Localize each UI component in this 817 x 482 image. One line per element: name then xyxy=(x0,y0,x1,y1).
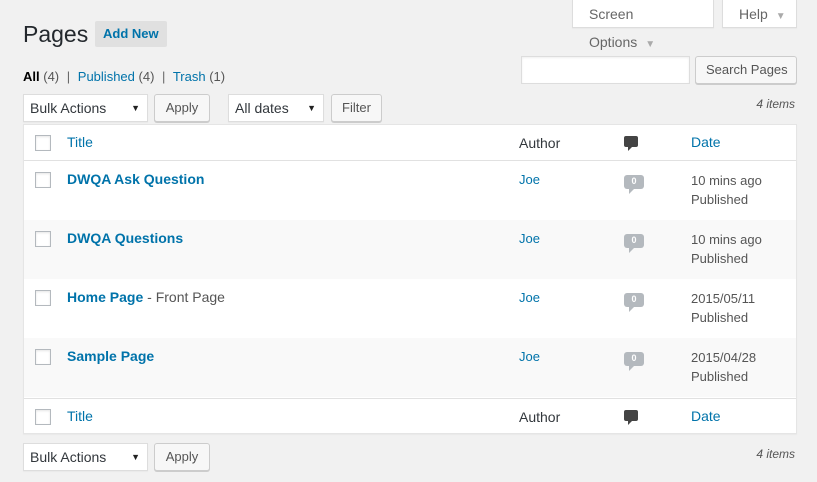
page-title-link[interactable]: DWQA Questions xyxy=(67,230,183,246)
view-trash-label: Trash xyxy=(172,69,206,84)
row-checkbox[interactable] xyxy=(35,231,51,247)
caret-down-icon: ▼ xyxy=(645,39,656,50)
view-published-link[interactable]: Published xyxy=(78,69,135,84)
view-all-label: All xyxy=(23,69,40,84)
bulk-actions-select-bottom[interactable]: Bulk Actions ▼ xyxy=(23,443,148,471)
sort-title-link[interactable]: Title xyxy=(67,134,93,150)
page-title: Pages xyxy=(23,21,89,47)
bulk-actions-value: Bulk Actions xyxy=(30,100,107,116)
comment-count-bubble[interactable]: 0 xyxy=(624,175,644,194)
search-pages-button[interactable]: Search Pages xyxy=(695,56,797,84)
comment-icon xyxy=(624,136,638,151)
dates-value: All dates xyxy=(235,100,289,116)
view-all-count: (4) xyxy=(43,69,60,84)
view-trash-link[interactable]: Trash xyxy=(173,69,206,84)
separator: | xyxy=(66,69,71,84)
page-title-link[interactable]: DWQA Ask Question xyxy=(67,171,204,187)
table-row: Home Page - Front Page Joe 0 2015/05/11 P… xyxy=(24,279,796,338)
table-row: DWQA Questions Joe 0 10 mins ago Publishe… xyxy=(24,220,796,279)
row-checkbox[interactable] xyxy=(35,290,51,306)
date-cell: 10 mins ago Published xyxy=(691,230,762,268)
date-value: 2015/05/11 xyxy=(691,291,756,306)
separator: | xyxy=(162,69,166,84)
comment-count-bubble[interactable]: 0 xyxy=(624,352,644,371)
table-footer: Title Author Date xyxy=(24,398,796,434)
comments-column-header[interactable] xyxy=(624,408,638,425)
author-column-header: Author xyxy=(519,135,561,151)
view-published-count: (4) xyxy=(138,69,155,84)
author-column-header: Author xyxy=(519,409,561,425)
status-value: Published xyxy=(691,369,749,384)
comment-count-bubble[interactable]: 0 xyxy=(624,293,644,312)
page-state: - Front Page xyxy=(143,289,225,305)
dropdown-arrow-icon: ▼ xyxy=(307,103,316,113)
filter-button[interactable]: Filter xyxy=(331,94,382,122)
sort-date-link[interactable]: Date xyxy=(691,134,721,150)
comments-column-header[interactable] xyxy=(624,134,638,151)
date-value: 10 mins ago xyxy=(691,173,762,188)
date-cell: 10 mins ago Published xyxy=(691,171,762,209)
bulk-actions-select-top[interactable]: Bulk Actions ▼ xyxy=(23,94,148,122)
comment-icon xyxy=(624,410,638,425)
dates-select[interactable]: All dates ▼ xyxy=(228,94,324,122)
table-header: Title Author Date xyxy=(24,125,796,161)
page-title-link[interactable]: Sample Page xyxy=(67,348,154,364)
sort-date-link[interactable]: Date xyxy=(691,408,721,424)
caret-down-icon: ▼ xyxy=(775,11,786,22)
date-value: 10 mins ago xyxy=(691,232,762,247)
author-link[interactable]: Joe xyxy=(519,172,540,187)
comment-count-bubble[interactable]: 0 xyxy=(624,234,644,253)
row-checkbox[interactable] xyxy=(35,349,51,365)
status-value: Published xyxy=(691,251,749,266)
pages-table: Title Author Date DWQA Ask Question Joe … xyxy=(23,124,797,434)
screen-options-tab[interactable]: Screen Options ▼ xyxy=(572,0,714,50)
date-cell: 2015/05/11 Published xyxy=(691,289,755,327)
date-cell: 2015/04/28 Published xyxy=(691,348,756,386)
select-all-checkbox[interactable] xyxy=(35,135,51,151)
row-checkbox[interactable] xyxy=(35,172,51,188)
dropdown-arrow-icon: ▼ xyxy=(131,103,140,113)
table-row: Sample Page Joe 0 2015/04/28 Published xyxy=(24,338,796,397)
view-published-label: Published xyxy=(77,69,135,84)
date-value: 2015/04/28 xyxy=(691,350,757,365)
status-value: Published xyxy=(691,192,749,207)
status-value: Published xyxy=(691,310,749,325)
dropdown-arrow-icon: ▼ xyxy=(131,452,140,462)
author-link[interactable]: Joe xyxy=(519,290,540,305)
screen-options-label: Screen Options xyxy=(589,6,638,50)
view-all-link[interactable]: All xyxy=(23,69,40,84)
view-trash-count: (1) xyxy=(209,69,226,84)
select-all-checkbox[interactable] xyxy=(35,409,51,425)
add-new-button[interactable]: Add New xyxy=(95,21,167,47)
bulk-actions-value: Bulk Actions xyxy=(30,449,107,465)
table-row: DWQA Ask Question Joe 0 10 mins ago Publi… xyxy=(24,161,796,220)
apply-button-bottom[interactable]: Apply xyxy=(154,443,210,471)
status-views: All (4) | Published (4) | Trash (1) xyxy=(23,69,225,84)
sort-title-link[interactable]: Title xyxy=(67,408,93,424)
help-label: Help xyxy=(739,6,768,22)
items-count-top: 4 items xyxy=(756,97,795,111)
search-input[interactable] xyxy=(521,56,690,84)
help-tab[interactable]: Help ▼ xyxy=(722,0,797,28)
author-link[interactable]: Joe xyxy=(519,349,540,364)
author-link[interactable]: Joe xyxy=(519,231,540,246)
apply-button-top[interactable]: Apply xyxy=(154,94,210,122)
page-title-link[interactable]: Home Page xyxy=(67,289,143,305)
items-count-bottom: 4 items xyxy=(756,447,795,461)
